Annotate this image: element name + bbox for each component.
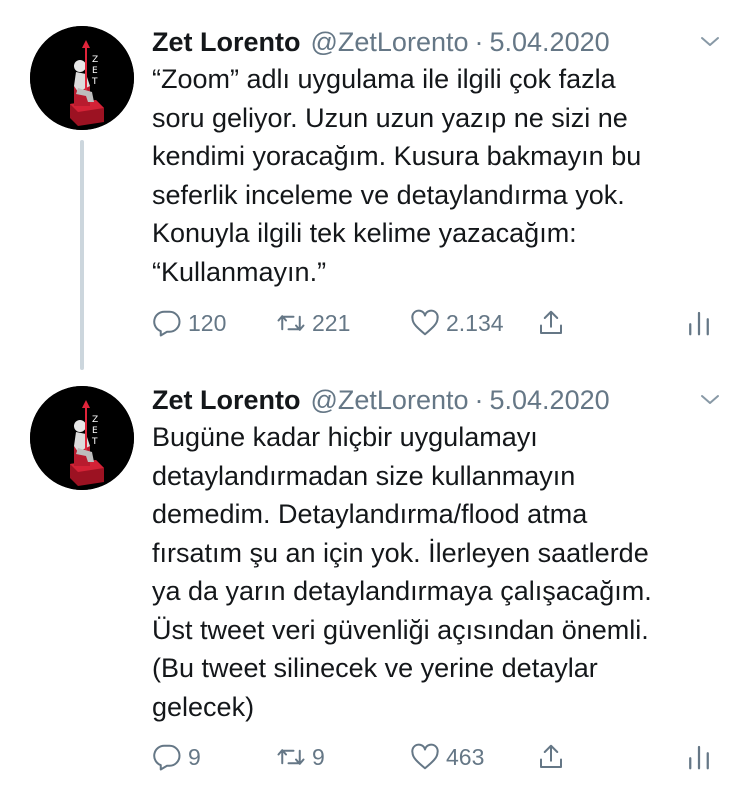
avatar-letter: Z xyxy=(92,415,98,425)
tweet[interactable]: Z E T Zet Lorento @ZetLorento · 5.04.202… xyxy=(0,370,750,787)
author-handle[interactable]: @ZetLorento xyxy=(311,27,469,58)
like-icon xyxy=(411,743,439,770)
tweet[interactable]: Z E T Zet Lorento @ZetLorento · 5.04.202… xyxy=(0,0,750,370)
avatar-letter: T xyxy=(91,437,98,447)
avatar-letter: E xyxy=(92,426,98,436)
analytics-icon xyxy=(689,311,709,336)
tweet-content: Zet Lorento @ZetLorento · 5.04.2020 Bugü… xyxy=(152,382,722,726)
reply-button[interactable]: 120 xyxy=(152,308,226,338)
share-button[interactable] xyxy=(536,742,572,772)
avatar[interactable]: Z E T xyxy=(30,386,134,490)
chevron-down-icon[interactable] xyxy=(698,30,722,54)
like-button[interactable]: 463 xyxy=(410,742,484,772)
reply-icon xyxy=(153,744,181,771)
tweet-content: Zet Lorento @ZetLorento · 5.04.2020 “Zoo… xyxy=(152,24,722,291)
tweet-header: Zet Lorento @ZetLorento · 5.04.2020 xyxy=(152,382,722,418)
author-handle[interactable]: @ZetLorento xyxy=(311,385,469,416)
like-count: 463 xyxy=(446,743,485,770)
tweet-actions: 9 9 463 xyxy=(152,738,722,778)
chevron-down-icon[interactable] xyxy=(698,388,722,412)
tweet-date[interactable]: 5.04.2020 xyxy=(490,385,610,416)
analytics-icon xyxy=(689,745,709,770)
tweet-actions: 120 221 2.134 xyxy=(152,304,722,344)
reply-count: 9 xyxy=(188,743,201,770)
avatar[interactable]: Z E T xyxy=(30,26,134,130)
share-button[interactable] xyxy=(536,308,572,338)
share-icon xyxy=(540,310,562,334)
separator: · xyxy=(474,26,484,57)
analytics-button[interactable] xyxy=(684,742,720,772)
tweet-header: Zet Lorento @ZetLorento · 5.04.2020 xyxy=(152,24,722,60)
like-icon xyxy=(411,309,439,336)
like-button[interactable]: 2.134 xyxy=(410,308,504,338)
retweet-icon xyxy=(277,315,305,331)
reply-button[interactable]: 9 xyxy=(152,742,201,772)
tweet-text: “Zoom” adlı uygulama ile ilgili çok fazl… xyxy=(152,64,642,287)
thread-connector xyxy=(80,140,84,370)
author-name[interactable]: Zet Lorento xyxy=(152,385,301,416)
analytics-button[interactable] xyxy=(684,308,720,338)
avatar-letter: E xyxy=(92,66,98,76)
tweet-date[interactable]: 5.04.2020 xyxy=(490,27,610,58)
like-count: 2.134 xyxy=(446,309,504,336)
avatar-letter: T xyxy=(91,77,98,87)
retweet-button[interactable]: 221 xyxy=(276,308,350,338)
avatar-letter: Z xyxy=(92,55,98,65)
reply-count: 120 xyxy=(188,309,227,336)
tweet-text: Bugüne kadar hiçbir uygulamayı detayland… xyxy=(152,422,652,722)
reply-icon xyxy=(153,310,181,337)
retweet-count: 221 xyxy=(312,309,351,336)
author-name[interactable]: Zet Lorento xyxy=(152,27,301,58)
share-icon xyxy=(540,744,562,768)
retweet-button[interactable]: 9 xyxy=(276,742,325,772)
retweet-icon xyxy=(277,749,305,765)
retweet-count: 9 xyxy=(312,743,325,770)
separator: · xyxy=(474,384,484,415)
